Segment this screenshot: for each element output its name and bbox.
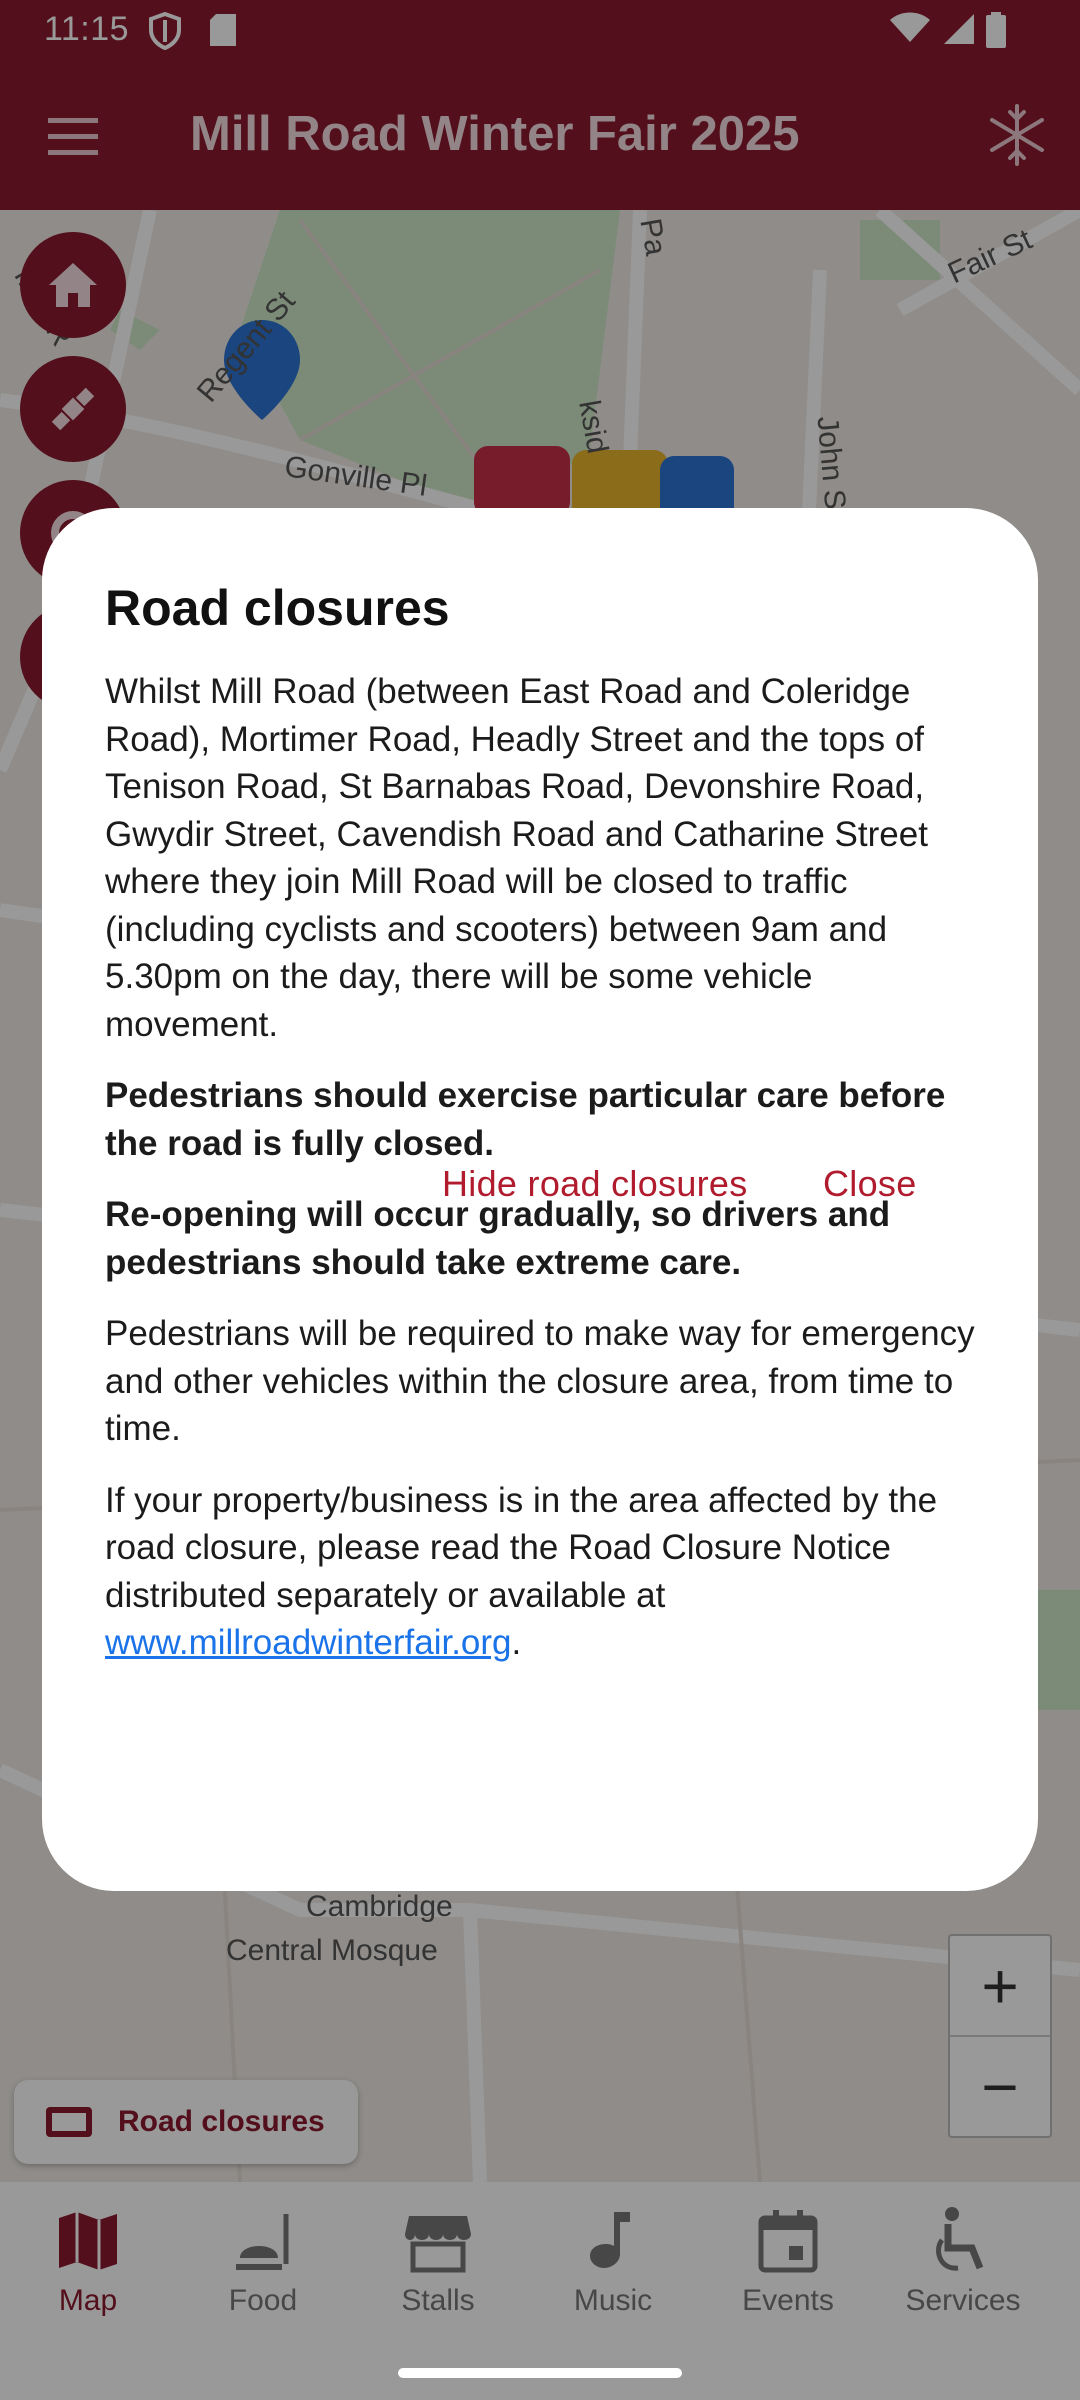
dialog-paragraph-emergency-vehicles: Pedestrians will be required to make way… — [105, 1314, 975, 1448]
home-indicator[interactable] — [398, 2368, 682, 2378]
dialog-paragraph-notice: If your property/business is in the area… — [105, 1477, 976, 1667]
close-button[interactable]: Close — [823, 1163, 917, 1205]
website-link[interactable]: www.millroadwinterfair.org — [105, 1623, 512, 1662]
dialog-paragraph-closure-details: Whilst Mill Road (between East Road and … — [105, 672, 928, 1044]
hide-road-closures-button[interactable]: Hide road closures — [442, 1163, 748, 1205]
dialog-actions: Hide road closures Close — [42, 1163, 1038, 1223]
notice-suffix: . — [511, 1623, 522, 1662]
dialog-title: Road closures — [105, 580, 450, 636]
road-closures-dialog: Road closures Whilst Mill Road (between … — [42, 508, 1038, 1891]
dialog-paragraph-pedestrian-care: Pedestrians should exercise particular c… — [105, 1076, 946, 1163]
notice-text: If your property/business is in the area… — [105, 1480, 938, 1615]
